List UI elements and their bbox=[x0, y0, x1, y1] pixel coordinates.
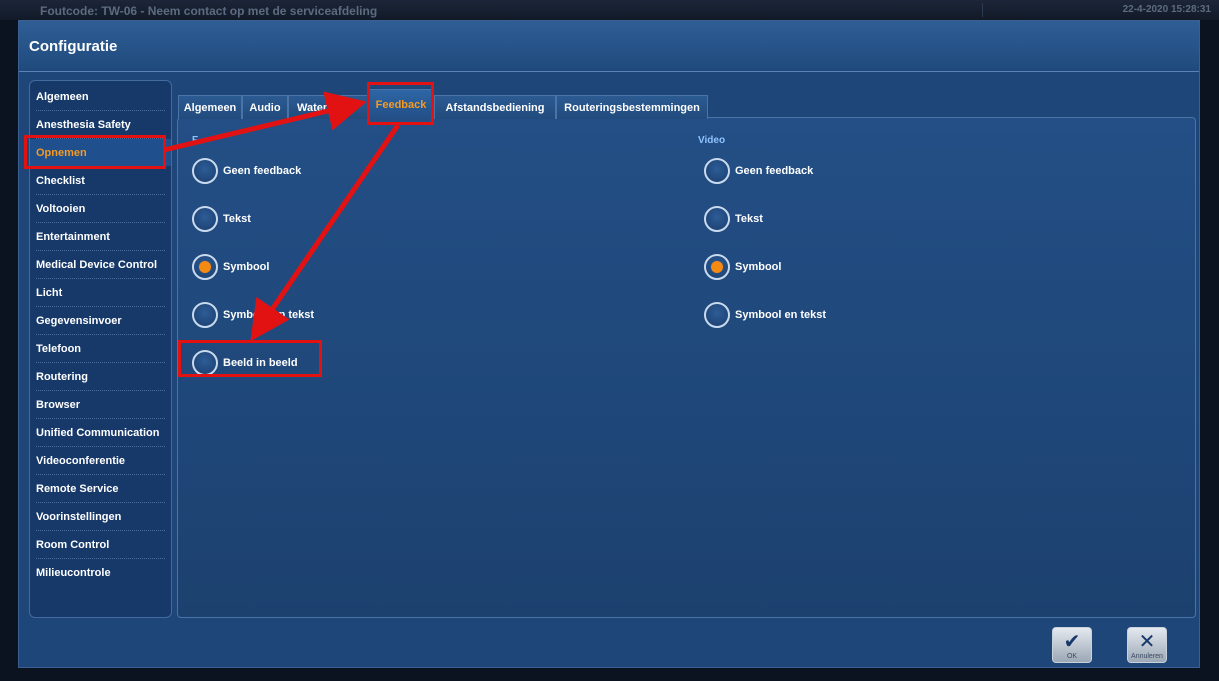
left-group-label: F bbox=[192, 135, 199, 146]
sidebar-item-milieucontrole[interactable]: Milieucontrole bbox=[30, 559, 171, 586]
sidebar-item-label: Medical Device Control bbox=[36, 258, 158, 271]
sidebar-item-label: Telefoon bbox=[36, 342, 82, 355]
left-option-tekst[interactable]: Tekst bbox=[192, 205, 251, 233]
option-label: Tekst bbox=[223, 213, 251, 225]
radio-button[interactable] bbox=[192, 350, 218, 376]
radio-button[interactable] bbox=[192, 158, 218, 184]
date-time: 22-4-2020 15:28:31 bbox=[1122, 4, 1211, 15]
radio-button-selected[interactable] bbox=[192, 254, 218, 280]
status-divider bbox=[982, 3, 983, 17]
tab-algemeen[interactable]: Algemeen bbox=[178, 95, 242, 119]
sidebar-item-videoconferentie[interactable]: Videoconferentie bbox=[30, 447, 171, 474]
tab-label: Feedback bbox=[375, 98, 427, 111]
sidebar-item-label: Browser bbox=[36, 398, 81, 411]
sidebar-item-label: Algemeen bbox=[36, 90, 89, 103]
radio-button-selected[interactable] bbox=[704, 254, 730, 280]
content-panel: Algemeen Audio Waterm Feedback Afstandsb… bbox=[177, 89, 1196, 618]
sidebar-item-gegevensinvoer[interactable]: Gegevensinvoer bbox=[30, 307, 171, 334]
tab-label: Routeringsbestemmingen bbox=[564, 101, 700, 114]
sidebar-item-room-control[interactable]: Room Control bbox=[30, 531, 171, 558]
sidebar-item-routering[interactable]: Routering bbox=[30, 363, 171, 390]
sidebar-item-label: Checklist bbox=[36, 174, 85, 187]
sidebar-item-voorinstellingen[interactable]: Voorinstellingen bbox=[30, 503, 171, 530]
left-option-beeld-in-beeld[interactable]: Beeld in beeld bbox=[192, 349, 298, 377]
option-label: Geen feedback bbox=[735, 165, 814, 177]
sidebar: Algemeen Anesthesia Safety Opnemen Check… bbox=[29, 80, 172, 618]
sidebar-item-label: Gegevensinvoer bbox=[36, 314, 122, 327]
sidebar-item-anesthesia-safety[interactable]: Anesthesia Safety bbox=[30, 111, 171, 138]
sidebar-item-telefoon[interactable]: Telefoon bbox=[30, 335, 171, 362]
sidebar-item-label: Licht bbox=[36, 286, 63, 299]
sidebar-item-label: Unified Communication bbox=[36, 426, 160, 439]
video-option-symbool-en-tekst[interactable]: Symbool en tekst bbox=[704, 301, 826, 329]
sidebar-item-label: Entertainment bbox=[36, 230, 110, 243]
tab-audio[interactable]: Audio bbox=[242, 95, 288, 119]
tab-label: Waterm bbox=[297, 101, 337, 114]
video-option-geen-feedback[interactable]: Geen feedback bbox=[704, 157, 813, 185]
sidebar-item-opnemen[interactable]: Opnemen bbox=[30, 139, 171, 166]
radio-button[interactable] bbox=[192, 302, 218, 328]
title-bar: Configuratie bbox=[19, 21, 1199, 72]
tab-label: Audio bbox=[249, 101, 281, 114]
tab-feedback[interactable]: Feedback bbox=[368, 89, 434, 119]
radio-button[interactable] bbox=[704, 206, 730, 232]
tab-watermark[interactable]: Waterm bbox=[288, 95, 368, 119]
sidebar-item-label: Routering bbox=[36, 370, 88, 383]
window-title: Configuratie bbox=[29, 38, 118, 55]
sidebar-item-entertainment[interactable]: Entertainment bbox=[30, 223, 171, 250]
sidebar-item-label: Milieucontrole bbox=[36, 566, 111, 579]
sidebar-item-licht[interactable]: Licht bbox=[30, 279, 171, 306]
video-option-tekst[interactable]: Tekst bbox=[704, 205, 763, 233]
tab-routeringsbestemmingen[interactable]: Routeringsbestemmingen bbox=[556, 95, 708, 119]
video-option-symbool[interactable]: Symbool bbox=[704, 253, 781, 281]
close-icon: ✕ bbox=[1138, 631, 1156, 653]
option-label: Beeld in beeld bbox=[223, 357, 298, 369]
ok-button[interactable]: ✔ OK bbox=[1052, 627, 1092, 663]
sidebar-item-label: Videoconferentie bbox=[36, 454, 126, 467]
left-option-symbool-en-tekst[interactable]: Symbool en tekst bbox=[192, 301, 314, 329]
sidebar-item-unified-communication[interactable]: Unified Communication bbox=[30, 419, 171, 446]
check-icon: ✔ bbox=[1063, 631, 1081, 653]
error-message: Foutcode: TW-06 - Neem contact op met de… bbox=[40, 4, 378, 18]
sidebar-item-label: Remote Service bbox=[36, 482, 119, 495]
left-option-geen-feedback[interactable]: Geen feedback bbox=[192, 157, 301, 185]
sidebar-item-algemeen[interactable]: Algemeen bbox=[30, 83, 171, 110]
sidebar-item-voltooien[interactable]: Voltooien bbox=[30, 195, 171, 222]
status-bar: Foutcode: TW-06 - Neem contact op met de… bbox=[0, 0, 1219, 20]
option-label: Symbool en tekst bbox=[223, 309, 315, 321]
option-label: Geen feedback bbox=[223, 165, 302, 177]
sidebar-item-label: Voltooien bbox=[36, 202, 86, 215]
sidebar-item-label: Voorinstellingen bbox=[36, 510, 122, 523]
sidebar-item-label: Room Control bbox=[36, 538, 110, 551]
configuration-window: Configuratie Algemeen Anesthesia Safety … bbox=[18, 20, 1200, 668]
tab-label: Afstandsbediening bbox=[445, 101, 545, 114]
tab-afstandsbediening[interactable]: Afstandsbediening bbox=[434, 95, 556, 119]
sidebar-item-remote-service[interactable]: Remote Service bbox=[30, 475, 171, 502]
cancel-label: Annuleren bbox=[1131, 653, 1163, 660]
option-label: Symbool bbox=[735, 261, 782, 273]
radio-button[interactable] bbox=[704, 158, 730, 184]
option-label: Symbool bbox=[223, 261, 270, 273]
option-label: Symbool en tekst bbox=[735, 309, 827, 321]
radio-button[interactable] bbox=[704, 302, 730, 328]
option-label: Tekst bbox=[735, 213, 763, 225]
left-option-symbool[interactable]: Symbool bbox=[192, 253, 269, 281]
tab-label: Algemeen bbox=[183, 101, 237, 114]
cancel-button[interactable]: ✕ Annuleren bbox=[1127, 627, 1167, 663]
sidebar-item-browser[interactable]: Browser bbox=[30, 391, 171, 418]
sidebar-item-label: Opnemen bbox=[36, 146, 87, 159]
sidebar-item-label: Anesthesia Safety bbox=[36, 118, 131, 131]
sidebar-item-medical-device-control[interactable]: Medical Device Control bbox=[30, 251, 171, 278]
radio-button[interactable] bbox=[192, 206, 218, 232]
video-group-label: Video bbox=[698, 135, 726, 146]
ok-label: OK bbox=[1066, 653, 1078, 660]
sidebar-item-checklist[interactable]: Checklist bbox=[30, 167, 171, 194]
